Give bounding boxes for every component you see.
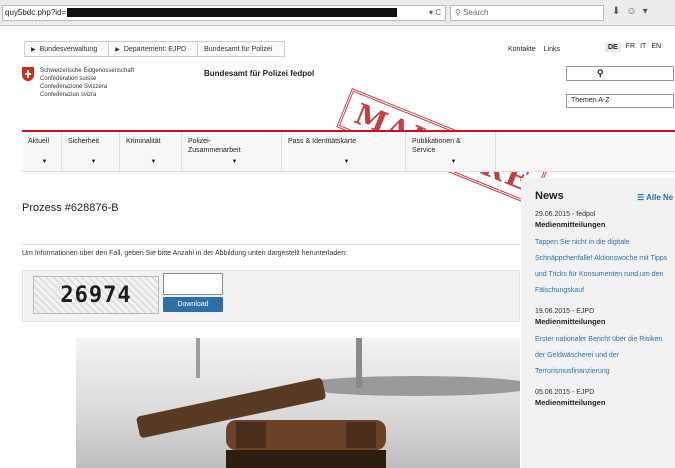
breadcrumb-item[interactable]: ▶ Bundesverwaltung	[24, 41, 110, 57]
arrow-right-icon: ▶	[115, 46, 120, 53]
breadcrumb-item[interactable]: Bundesamt für Polizei	[197, 41, 286, 57]
topics-select[interactable]: Themen A-Z	[566, 94, 674, 108]
browser-toolbar: quy5bdc.php?id= ▾ C ⚲ Search ⬇☺▾	[0, 0, 675, 26]
news-category: Medienmitteilungen	[535, 398, 606, 407]
list-icon: ☰	[637, 193, 647, 202]
redacted-url-bar	[67, 8, 398, 18]
page-title: Prozess #628876-B	[22, 202, 119, 214]
site-search-input[interactable]: ⚲	[566, 66, 674, 81]
chevron-down-icon: ▼	[343, 159, 350, 165]
news-link[interactable]: Tappen Sie nicht in die digitale Schnäpp…	[535, 235, 673, 299]
lang-de[interactable]: DE	[605, 43, 621, 52]
breadcrumb-item[interactable]: ▶ Departement: EJPD	[108, 41, 199, 57]
browser-search-input[interactable]: ⚲ Search	[450, 5, 604, 21]
lang-en[interactable]: EN	[651, 43, 661, 52]
news-sidebar: News ☰ Alle Ne 29.06.2015 - fedpol Medie…	[521, 178, 675, 468]
swiss-coat-of-arms-icon	[22, 67, 34, 81]
logo-line: Confederaziun svizra	[40, 92, 97, 98]
news-meta: 05.06.2015 - EJPD	[535, 389, 595, 396]
agency-name: Bundesamt für Polizei fedpol	[204, 69, 315, 78]
top-links: Kontakte Links	[508, 46, 560, 53]
download-button[interactable]: Download	[163, 297, 223, 312]
browser-icons: ⬇☺▾	[612, 6, 654, 17]
nav-item-aktuell[interactable]: Aktuell ▼	[22, 132, 62, 171]
news-category: Medienmitteilungen	[535, 317, 606, 326]
main-nav: Aktuell ▼ Sicherheit ▼ Kriminalität ▼ Poliz…	[22, 130, 675, 172]
nav-item-sicherheit[interactable]: Sicherheit ▼	[62, 132, 120, 171]
nav-item-pass-identitaetskarte[interactable]: Pass & Identitätskarte ▼	[282, 132, 406, 171]
reload-icon[interactable]: ▾ C	[429, 6, 441, 20]
chevron-down-icon: ▼	[450, 159, 457, 165]
url-text: quy5bdc.php?id=	[5, 8, 67, 17]
logo-line: Confédération suisse	[40, 76, 97, 82]
nav-item-kriminalitaet[interactable]: Kriminalität ▼	[120, 132, 182, 171]
language-switcher: DE FR IT EN	[605, 43, 661, 52]
divider	[22, 244, 520, 245]
search-placeholder: Search	[463, 8, 489, 17]
news-link[interactable]: Erster nationaler Bericht über die Risik…	[535, 332, 673, 380]
chevron-down-icon: ▼	[90, 159, 97, 165]
address-bar[interactable]: quy5bdc.php?id= ▾ C	[2, 5, 446, 21]
link-contacts[interactable]: Kontakte	[508, 46, 536, 53]
news-category: Medienmitteilungen	[535, 220, 606, 229]
main-content: Prozess #628876-B Um Informationen über …	[22, 178, 520, 468]
news-item: 29.06.2015 - fedpol Medienmitteilungen T…	[535, 211, 675, 299]
captcha-form: 26974 Download	[22, 270, 520, 322]
news-item: 05.06.2015 - EJPD Medienmitteilungen	[535, 389, 675, 407]
captcha-input[interactable]	[163, 273, 223, 295]
search-icon[interactable]: ⚲	[597, 68, 604, 78]
search-icon: ⚲	[455, 8, 464, 17]
captcha-image: 26974	[33, 276, 159, 314]
instruction-text: Um Informationen über den Fall, geben Si…	[22, 250, 347, 257]
lang-it[interactable]: IT	[640, 43, 646, 52]
news-item: 19.06.2015 - EJPD Medienmitteilungen Ers…	[535, 308, 675, 380]
download-icon[interactable]: ⬇	[612, 6, 626, 17]
menu-icon[interactable]: ☺▾	[626, 6, 653, 17]
nav-item-polizei-zusammenarbeit[interactable]: Polizei- Zusammenarbeit ▼	[182, 132, 282, 171]
breadcrumb: ▶ Bundesverwaltung ▶ Departement: EJPD Bun…	[24, 41, 286, 57]
nav-item-publikationen-service[interactable]: Publikationen & Service ▼	[406, 132, 496, 171]
chevron-down-icon: ▼	[41, 159, 48, 165]
logo-line: Confederazione Svizzera	[40, 84, 108, 90]
federal-logo[interactable]: Schweizerische Eidgenossenschaft Confédé…	[22, 67, 134, 99]
news-meta: 19.06.2015 - EJPD	[535, 308, 595, 315]
logo-line: Schweizerische Eidgenossenschaft	[40, 68, 135, 74]
news-meta: 29.06.2015 - fedpol	[535, 211, 596, 218]
chevron-down-icon: ▼	[150, 159, 157, 165]
lang-fr[interactable]: FR	[626, 43, 635, 52]
chevron-down-icon: ▼	[231, 159, 238, 165]
gavel-scales-image	[76, 338, 520, 468]
arrow-right-icon: ▶	[31, 46, 36, 53]
all-news-link[interactable]: ☰ Alle Ne	[637, 193, 673, 202]
link-links[interactable]: Links	[544, 46, 560, 53]
